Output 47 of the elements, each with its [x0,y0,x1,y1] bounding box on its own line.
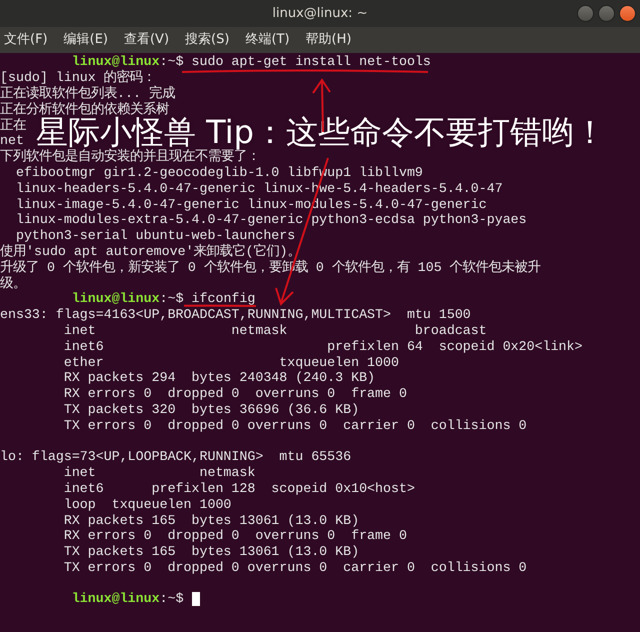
output-line: RX packets 165 bytes 13061 (13.0 KB) [62,514,360,526]
output-line: loop txqueuelen 1000 [62,498,232,511]
output-line: python3-serial ubuntu-web-launchers [14,229,296,242]
output-line: TX errors 0 dropped 0 overruns 0 carrier 0 collisions 0 [62,418,527,432]
maximize-button[interactable] [598,5,615,22]
prompt-user: linux@linux [72,592,160,606]
prompt-symbol: $ [176,55,184,68]
menu-item[interactable]: 查看(V) [124,30,170,50]
output-line: inet netmask broadcast [62,324,487,337]
output-line: 正在分析软件包的依赖关系树 [0,102,169,116]
output-line: TX packets 165 bytes 13061 (13.0 KB) [62,545,360,558]
prompt-user: linux@linux [72,55,160,68]
close-button[interactable] [619,5,636,22]
output-line: inet6 prefixlen 64 scopeid 0x20<link> [62,340,582,353]
output-line: RX errors 0 dropped 0 overruns 0 frame 0 [62,387,407,400]
prompt-path: :~ [160,55,176,68]
output-line: TX errors 0 dropped 0 overruns 0 carrier 0 collisions 0 [62,560,527,574]
prompt-symbol: $ [176,592,184,606]
minimize-button[interactable] [577,5,594,22]
output-line: net [0,134,24,148]
command-text: ifconfig [190,292,256,306]
output-line: inet netmask [62,466,256,480]
prompt-user: linux@linux [72,292,160,306]
output-line: inet6 prefixlen 128 scopeid 0x10<host> [62,482,415,495]
output-line: [sudo] linux 的密码： [0,71,156,84]
output-line: 正在读取软件包列表... 完成 [0,86,175,100]
command-text: sudo apt-get install net-tools [190,55,431,68]
output-line: linux-modules-extra-5.4.0-47-generic python3-ecdsa python3-pyaes [14,213,527,226]
output-line: lo: flags=73<UP,LOOPBACK,RUNNING> mtu 65536 [0,450,352,464]
menu-item[interactable]: 终端(T) [245,30,290,50]
output-line: 使用'sudo apt autoremove'来卸载它(它们)。 [0,244,301,258]
menu-item[interactable]: 文件(F) [4,30,48,50]
output-line: RX errors 0 dropped 0 overruns 0 frame 0 [62,529,407,542]
output-line: 正在 [0,118,26,132]
output-line: 级。 [0,276,26,290]
menu-item[interactable]: 编辑(E) [64,30,108,50]
prompt-path: :~ [160,592,176,606]
prompt-path: :~ [160,292,176,306]
output-line: ether txqueuelen 1000 [62,356,399,369]
window-title: linux@linux: ~ [272,4,368,23]
output-line: 下列软件包是自动安装的并且现在不需要了： [0,150,260,164]
prompt-symbol: $ [176,292,184,306]
output-line: ens33: flags=4163<UP,BROADCAST,RUNNING,MULTICAST> mtu 1500 [0,308,471,322]
output-line: TX packets 320 bytes 36696 (36.6 KB) [62,402,360,416]
output-line: RX packets 294 bytes 240348 (240.3 KB) [62,371,376,384]
menu-item[interactable]: 帮助(H) [306,30,352,50]
menu-item[interactable]: 搜索(S) [185,30,230,50]
